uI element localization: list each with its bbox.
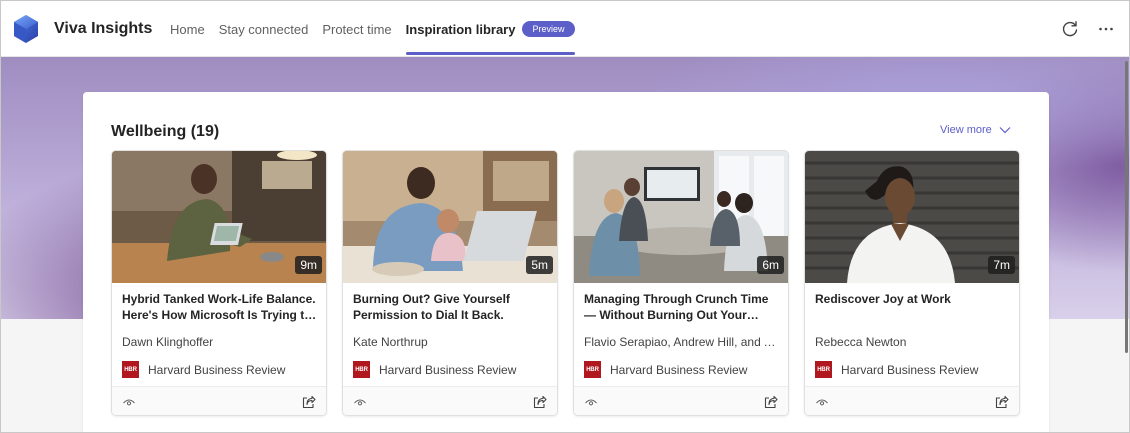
article-title[interactable]: Hybrid Tanked Work-Life Balance. Here's … — [122, 291, 318, 324]
article-card[interactable]: 6m Managing Through Crunch Time — Withou… — [573, 150, 789, 416]
article-author: Rebecca Newton — [815, 335, 907, 349]
hbr-logo: HBR — [584, 361, 601, 378]
card-footer — [343, 386, 557, 415]
duration-badge: 9m — [295, 256, 322, 274]
tab-inspiration-library[interactable]: Inspiration library Preview — [405, 1, 575, 57]
article-source: HBR Harvard Business Review — [815, 361, 978, 378]
main-nav: Home Stay connected Protect time Inspira… — [170, 1, 575, 57]
refresh-icon[interactable] — [1060, 19, 1080, 39]
article-card[interactable]: 5m Burning Out? Give Yourself Permission… — [342, 150, 558, 416]
article-source: HBR Harvard Business Review — [584, 361, 747, 378]
view-more-button[interactable]: View more — [940, 124, 1011, 136]
duration-badge: 6m — [757, 256, 784, 274]
tab-protect-time[interactable]: Protect time — [322, 1, 391, 57]
hbr-logo: HBR — [815, 361, 832, 378]
article-card[interactable]: 9m Hybrid Tanked Work-Life Balance. Here… — [111, 150, 327, 416]
card-footer — [805, 386, 1019, 415]
article-author: Kate Northrup — [353, 335, 428, 349]
eye-icon — [816, 399, 828, 406]
article-image-smiling-woman: 7m — [805, 151, 1019, 283]
article-card[interactable]: 7m Rediscover Joy at Work Rebecca Newton… — [804, 150, 1020, 416]
section-title: Wellbeing (19) — [111, 123, 220, 140]
eye-icon — [354, 399, 366, 406]
share-icon[interactable] — [994, 395, 1009, 410]
article-author: Flavio Serapiao, Andrew Hill, and Andy S… — [584, 335, 780, 349]
article-image-team-meeting: 6m — [574, 151, 788, 283]
tab-home[interactable]: Home — [170, 1, 205, 57]
source-name: Harvard Business Review — [841, 362, 979, 377]
source-name: Harvard Business Review — [148, 362, 286, 377]
share-icon[interactable] — [763, 395, 778, 410]
article-image-father-baby: 5m — [343, 151, 557, 283]
viva-insights-logo-icon — [14, 15, 38, 43]
app-window: Viva Insights Home Stay connected Protec… — [0, 0, 1130, 433]
view-more-label: View more — [940, 124, 992, 136]
tab-stay-connected[interactable]: Stay connected — [219, 1, 309, 57]
source-name: Harvard Business Review — [610, 362, 748, 377]
hbr-logo: HBR — [353, 361, 370, 378]
article-source: HBR Harvard Business Review — [122, 361, 285, 378]
app-title: Viva Insights — [54, 20, 153, 37]
article-image-man-laptop-kitchen: 9m — [112, 151, 326, 283]
share-icon[interactable] — [301, 395, 316, 410]
chevron-down-icon — [999, 127, 1011, 134]
eye-icon — [123, 399, 135, 406]
scrollbar[interactable] — [1125, 61, 1128, 353]
top-bar: Viva Insights Home Stay connected Protec… — [1, 1, 1129, 57]
article-title[interactable]: Managing Through Crunch Time — Without B… — [584, 291, 780, 324]
tab-inspiration-library-label: Inspiration library — [405, 21, 516, 37]
card-footer — [574, 386, 788, 415]
more-icon[interactable] — [1096, 19, 1116, 39]
duration-badge: 5m — [526, 256, 553, 274]
hbr-logo: HBR — [122, 361, 139, 378]
source-name: Harvard Business Review — [379, 362, 517, 377]
card-footer — [112, 386, 326, 415]
share-icon[interactable] — [532, 395, 547, 410]
article-title[interactable]: Rediscover Joy at Work — [815, 291, 1011, 324]
wellbeing-panel: Wellbeing (19) View more 9m Hybrid Tanke… — [83, 92, 1049, 432]
preview-badge: Preview — [522, 21, 575, 37]
article-author: Dawn Klinghoffer — [122, 335, 214, 349]
article-source: HBR Harvard Business Review — [353, 361, 516, 378]
duration-badge: 7m — [988, 256, 1015, 274]
article-title[interactable]: Burning Out? Give Yourself Permission to… — [353, 291, 549, 324]
eye-icon — [585, 399, 597, 406]
